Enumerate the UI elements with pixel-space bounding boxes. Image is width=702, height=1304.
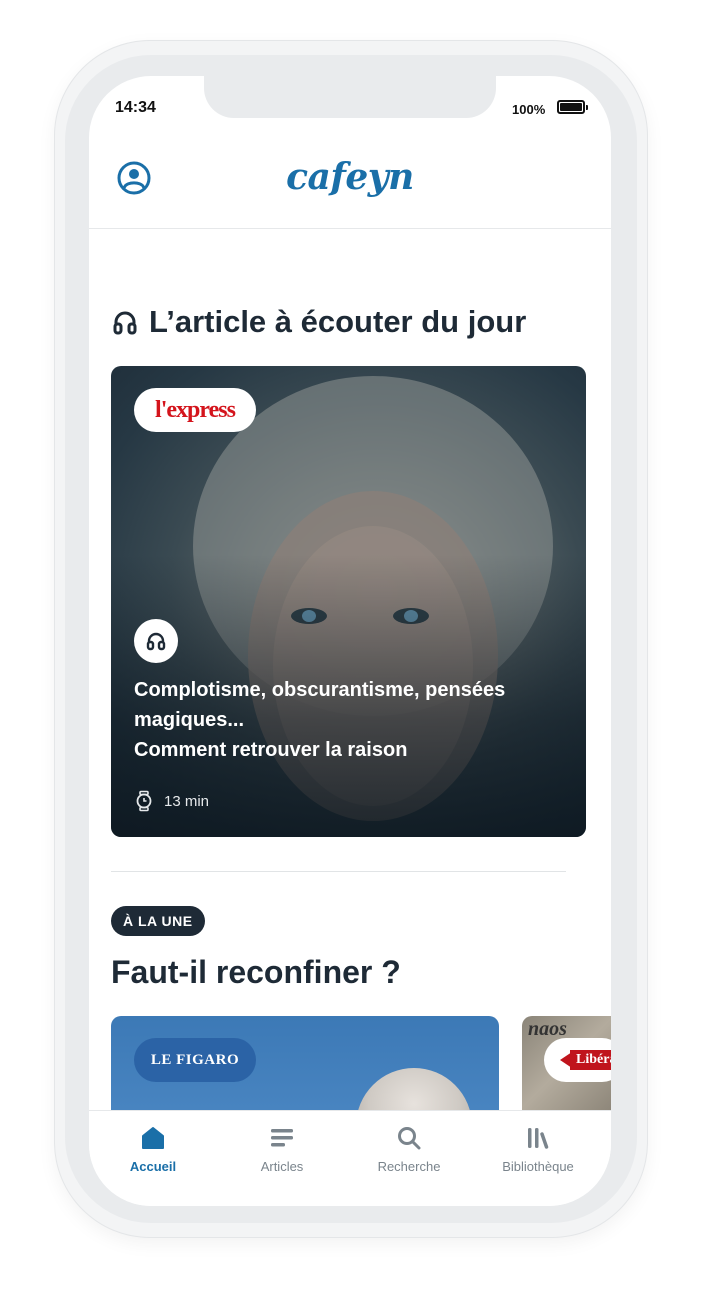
tab-articles[interactable]: Articles [227,1125,337,1174]
publication-badge: Libération [544,1038,611,1082]
section-title-text: L’article à écouter du jour [149,304,527,339]
tab-recherche[interactable]: Recherche [354,1125,464,1174]
search-icon [398,1127,421,1150]
play-audio-button[interactable] [134,619,178,663]
headphones-icon [146,632,166,651]
a-la-une-badge: À LA UNE [111,906,205,936]
headline-title: Faut-il reconfiner ? [111,954,401,990]
section-divider [111,871,566,872]
audio-section-title: L’article à écouter du jour [111,304,526,340]
tab-accueil[interactable]: Accueil [98,1125,208,1174]
headphones-icon [113,311,137,335]
library-icon [528,1128,549,1149]
article-title: Complotisme, obscurantisme, pensées magi… [134,679,506,761]
article-duration: 13 min [134,790,209,812]
home-icon [142,1127,164,1149]
audio-article-card[interactable]: l'express Complotisme, obscurantisme, pe… [111,366,586,837]
bottom-tab-bar: Accueil Articles Recherche Bibliothèque [89,1110,611,1206]
app-screen: 14:34 100% cafeyn L’article à écouter du… [89,76,611,1206]
app-header: cafeyn [89,142,611,229]
status-time: 14:34 [115,99,156,116]
watch-icon [136,790,152,812]
publication-badge: LE FIGARO [134,1038,256,1082]
tab-bibliotheque[interactable]: Bibliothèque [483,1125,593,1174]
articles-icon [271,1129,293,1147]
battery-icon [557,100,588,114]
publication-badge: l'express [134,388,256,432]
publication-name: l'express [155,396,236,423]
battery-percent: 100% [512,102,546,117]
cafeyn-logo[interactable]: cafeyn [89,156,611,198]
notch [204,76,496,118]
